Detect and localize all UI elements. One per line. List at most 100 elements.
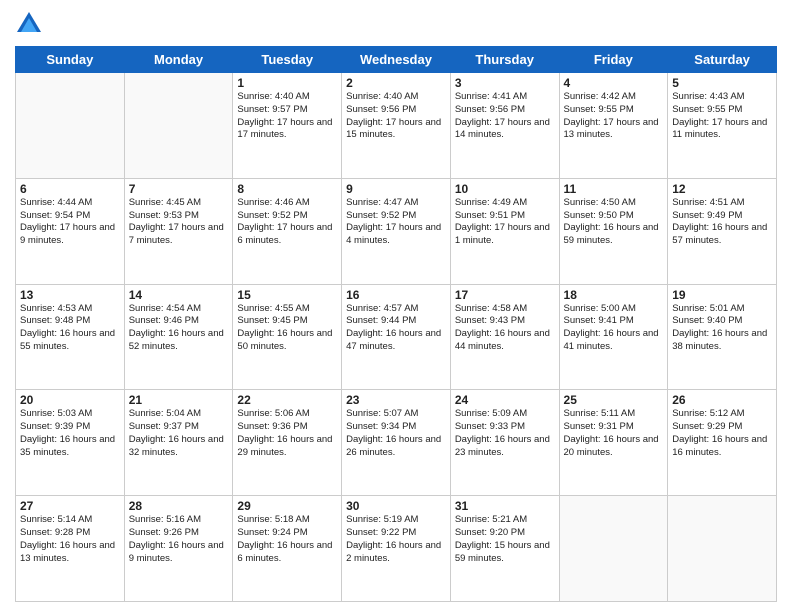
calendar-week-2: 6Sunrise: 4:44 AM Sunset: 9:54 PM Daylig…: [16, 178, 777, 284]
day-info: Sunrise: 4:47 AM Sunset: 9:52 PM Dayligh…: [346, 197, 446, 248]
calendar-cell: [16, 73, 125, 179]
day-info: Sunrise: 5:04 AM Sunset: 9:37 PM Dayligh…: [129, 408, 229, 459]
day-info: Sunrise: 4:51 AM Sunset: 9:49 PM Dayligh…: [672, 197, 772, 248]
day-number: 4: [564, 76, 664, 90]
header: [15, 10, 777, 38]
calendar-cell: 30Sunrise: 5:19 AM Sunset: 9:22 PM Dayli…: [342, 496, 451, 602]
calendar-cell: 5Sunrise: 4:43 AM Sunset: 9:55 PM Daylig…: [668, 73, 777, 179]
day-info: Sunrise: 4:43 AM Sunset: 9:55 PM Dayligh…: [672, 91, 772, 142]
calendar-cell: [668, 496, 777, 602]
day-info: Sunrise: 4:41 AM Sunset: 9:56 PM Dayligh…: [455, 91, 555, 142]
calendar-cell: 2Sunrise: 4:40 AM Sunset: 9:56 PM Daylig…: [342, 73, 451, 179]
calendar-header-row: SundayMondayTuesdayWednesdayThursdayFrid…: [16, 47, 777, 73]
day-number: 20: [20, 393, 120, 407]
day-number: 11: [564, 182, 664, 196]
calendar-header-thursday: Thursday: [450, 47, 559, 73]
day-number: 17: [455, 288, 555, 302]
day-info: Sunrise: 5:19 AM Sunset: 9:22 PM Dayligh…: [346, 514, 446, 565]
day-info: Sunrise: 4:46 AM Sunset: 9:52 PM Dayligh…: [237, 197, 337, 248]
day-info: Sunrise: 5:18 AM Sunset: 9:24 PM Dayligh…: [237, 514, 337, 565]
day-number: 9: [346, 182, 446, 196]
day-number: 24: [455, 393, 555, 407]
calendar-cell: 17Sunrise: 4:58 AM Sunset: 9:43 PM Dayli…: [450, 284, 559, 390]
day-number: 31: [455, 499, 555, 513]
calendar-header-monday: Monday: [124, 47, 233, 73]
calendar-cell: 26Sunrise: 5:12 AM Sunset: 9:29 PM Dayli…: [668, 390, 777, 496]
calendar-cell: 24Sunrise: 5:09 AM Sunset: 9:33 PM Dayli…: [450, 390, 559, 496]
calendar-week-5: 27Sunrise: 5:14 AM Sunset: 9:28 PM Dayli…: [16, 496, 777, 602]
day-number: 10: [455, 182, 555, 196]
calendar-cell: 4Sunrise: 4:42 AM Sunset: 9:55 PM Daylig…: [559, 73, 668, 179]
calendar-cell: 1Sunrise: 4:40 AM Sunset: 9:57 PM Daylig…: [233, 73, 342, 179]
day-number: 28: [129, 499, 229, 513]
calendar-cell: 16Sunrise: 4:57 AM Sunset: 9:44 PM Dayli…: [342, 284, 451, 390]
day-number: 13: [20, 288, 120, 302]
day-number: 23: [346, 393, 446, 407]
calendar-cell: 19Sunrise: 5:01 AM Sunset: 9:40 PM Dayli…: [668, 284, 777, 390]
calendar-cell: 12Sunrise: 4:51 AM Sunset: 9:49 PM Dayli…: [668, 178, 777, 284]
calendar-cell: 20Sunrise: 5:03 AM Sunset: 9:39 PM Dayli…: [16, 390, 125, 496]
day-number: 12: [672, 182, 772, 196]
day-number: 19: [672, 288, 772, 302]
day-number: 15: [237, 288, 337, 302]
day-number: 18: [564, 288, 664, 302]
calendar-cell: [559, 496, 668, 602]
calendar-cell: 8Sunrise: 4:46 AM Sunset: 9:52 PM Daylig…: [233, 178, 342, 284]
day-info: Sunrise: 4:40 AM Sunset: 9:57 PM Dayligh…: [237, 91, 337, 142]
calendar-cell: 3Sunrise: 4:41 AM Sunset: 9:56 PM Daylig…: [450, 73, 559, 179]
page: SundayMondayTuesdayWednesdayThursdayFrid…: [0, 0, 792, 612]
day-number: 21: [129, 393, 229, 407]
day-number: 14: [129, 288, 229, 302]
calendar-cell: 21Sunrise: 5:04 AM Sunset: 9:37 PM Dayli…: [124, 390, 233, 496]
calendar-header-friday: Friday: [559, 47, 668, 73]
calendar-cell: 27Sunrise: 5:14 AM Sunset: 9:28 PM Dayli…: [16, 496, 125, 602]
day-number: 6: [20, 182, 120, 196]
calendar-week-1: 1Sunrise: 4:40 AM Sunset: 9:57 PM Daylig…: [16, 73, 777, 179]
day-info: Sunrise: 4:54 AM Sunset: 9:46 PM Dayligh…: [129, 303, 229, 354]
day-info: Sunrise: 5:09 AM Sunset: 9:33 PM Dayligh…: [455, 408, 555, 459]
day-number: 27: [20, 499, 120, 513]
calendar-cell: 22Sunrise: 5:06 AM Sunset: 9:36 PM Dayli…: [233, 390, 342, 496]
calendar-week-4: 20Sunrise: 5:03 AM Sunset: 9:39 PM Dayli…: [16, 390, 777, 496]
logo-icon: [15, 10, 43, 38]
calendar-header-saturday: Saturday: [668, 47, 777, 73]
calendar-cell: 6Sunrise: 4:44 AM Sunset: 9:54 PM Daylig…: [16, 178, 125, 284]
day-number: 2: [346, 76, 446, 90]
day-info: Sunrise: 4:58 AM Sunset: 9:43 PM Dayligh…: [455, 303, 555, 354]
calendar-header-wednesday: Wednesday: [342, 47, 451, 73]
calendar-cell: 31Sunrise: 5:21 AM Sunset: 9:20 PM Dayli…: [450, 496, 559, 602]
day-info: Sunrise: 4:57 AM Sunset: 9:44 PM Dayligh…: [346, 303, 446, 354]
calendar-header-sunday: Sunday: [16, 47, 125, 73]
day-info: Sunrise: 5:07 AM Sunset: 9:34 PM Dayligh…: [346, 408, 446, 459]
day-info: Sunrise: 4:45 AM Sunset: 9:53 PM Dayligh…: [129, 197, 229, 248]
day-info: Sunrise: 5:11 AM Sunset: 9:31 PM Dayligh…: [564, 408, 664, 459]
calendar-cell: 11Sunrise: 4:50 AM Sunset: 9:50 PM Dayli…: [559, 178, 668, 284]
day-number: 5: [672, 76, 772, 90]
calendar-cell: 29Sunrise: 5:18 AM Sunset: 9:24 PM Dayli…: [233, 496, 342, 602]
day-info: Sunrise: 4:55 AM Sunset: 9:45 PM Dayligh…: [237, 303, 337, 354]
day-number: 26: [672, 393, 772, 407]
day-info: Sunrise: 4:50 AM Sunset: 9:50 PM Dayligh…: [564, 197, 664, 248]
calendar-cell: 23Sunrise: 5:07 AM Sunset: 9:34 PM Dayli…: [342, 390, 451, 496]
day-info: Sunrise: 4:40 AM Sunset: 9:56 PM Dayligh…: [346, 91, 446, 142]
day-info: Sunrise: 5:06 AM Sunset: 9:36 PM Dayligh…: [237, 408, 337, 459]
calendar-cell: 18Sunrise: 5:00 AM Sunset: 9:41 PM Dayli…: [559, 284, 668, 390]
day-info: Sunrise: 4:49 AM Sunset: 9:51 PM Dayligh…: [455, 197, 555, 248]
day-number: 22: [237, 393, 337, 407]
calendar-cell: 9Sunrise: 4:47 AM Sunset: 9:52 PM Daylig…: [342, 178, 451, 284]
calendar-cell: 25Sunrise: 5:11 AM Sunset: 9:31 PM Dayli…: [559, 390, 668, 496]
calendar-cell: 13Sunrise: 4:53 AM Sunset: 9:48 PM Dayli…: [16, 284, 125, 390]
logo: [15, 10, 47, 38]
calendar-cell: 28Sunrise: 5:16 AM Sunset: 9:26 PM Dayli…: [124, 496, 233, 602]
day-info: Sunrise: 5:01 AM Sunset: 9:40 PM Dayligh…: [672, 303, 772, 354]
day-number: 3: [455, 76, 555, 90]
calendar-week-3: 13Sunrise: 4:53 AM Sunset: 9:48 PM Dayli…: [16, 284, 777, 390]
day-number: 7: [129, 182, 229, 196]
day-info: Sunrise: 4:44 AM Sunset: 9:54 PM Dayligh…: [20, 197, 120, 248]
calendar-cell: [124, 73, 233, 179]
day-number: 25: [564, 393, 664, 407]
calendar-table: SundayMondayTuesdayWednesdayThursdayFrid…: [15, 46, 777, 602]
calendar-cell: 7Sunrise: 4:45 AM Sunset: 9:53 PM Daylig…: [124, 178, 233, 284]
calendar-cell: 15Sunrise: 4:55 AM Sunset: 9:45 PM Dayli…: [233, 284, 342, 390]
day-info: Sunrise: 5:00 AM Sunset: 9:41 PM Dayligh…: [564, 303, 664, 354]
